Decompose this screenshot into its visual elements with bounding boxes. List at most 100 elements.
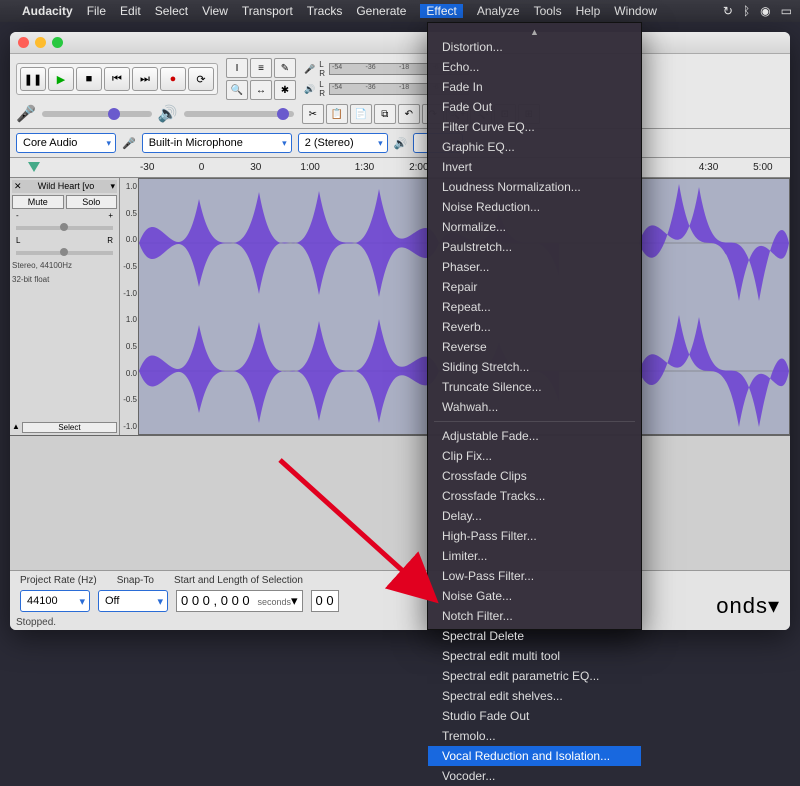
effect-menu-item[interactable]: Limiter... (428, 546, 641, 566)
skip-start-button[interactable]: ⏮ (104, 67, 130, 91)
effect-menu-item[interactable]: Paulstretch... (428, 237, 641, 257)
paste-button[interactable]: 📄 (350, 104, 372, 124)
recording-volume-slider[interactable] (42, 111, 152, 117)
effect-menu-item[interactable]: Low-Pass Filter... (428, 566, 641, 586)
selection-start-time[interactable]: 0 0 0 , 0 0 0 seconds▾ (176, 590, 303, 612)
track-control-panel[interactable]: ✕Wild Heart [vo▾ Mute Solo -+ LR Stereo,… (10, 178, 120, 435)
effect-menu-item[interactable]: Notch Filter... (428, 606, 641, 626)
maximize-button[interactable] (52, 37, 63, 48)
effect-menu-item[interactable]: Fade In (428, 77, 641, 97)
effect-menu-item[interactable]: Wahwah... (428, 397, 641, 417)
menu-view[interactable]: View (202, 4, 228, 18)
solo-button[interactable]: Solo (66, 195, 118, 209)
menu-file[interactable]: File (87, 4, 106, 18)
project-rate-select[interactable]: 44100 (20, 590, 90, 612)
selection-length-time[interactable]: 0 0 (311, 590, 339, 612)
menu-tools[interactable]: Tools (534, 4, 562, 18)
effect-menu-item[interactable]: Spectral edit multi tool (428, 646, 641, 666)
effect-menu-item[interactable]: Echo... (428, 57, 641, 77)
recording-device-select[interactable]: Built-in Microphone (142, 133, 292, 153)
menu-scroll-up-icon[interactable]: ▲ (428, 27, 641, 37)
effect-menu-item[interactable]: Noise Gate... (428, 586, 641, 606)
stop-button[interactable]: ■ (76, 67, 102, 91)
app-name[interactable]: Audacity (22, 4, 73, 18)
effect-menu-item[interactable]: Graphic EQ... (428, 137, 641, 157)
speaker-icon[interactable]: 🔊 (304, 84, 315, 95)
pause-button[interactable]: ❚❚ (20, 67, 46, 91)
effect-menu-item[interactable]: Spectral edit parametric EQ... (428, 666, 641, 686)
effect-menu-item[interactable]: High-Pass Filter... (428, 526, 641, 546)
effect-menu-item[interactable]: Vocal Reduction and Isolation... (428, 746, 641, 766)
effect-menu-item[interactable]: Repeat... (428, 297, 641, 317)
track-collapse-icon[interactable]: ▲ (12, 422, 20, 433)
multi-tool[interactable]: ✱ (274, 80, 296, 100)
wifi-icon[interactable]: ◉ (760, 4, 770, 18)
effect-menu-item[interactable]: Spectral Delete (428, 626, 641, 646)
draw-tool[interactable]: ✎ (274, 58, 296, 78)
effect-menu-item[interactable]: Invert (428, 157, 641, 177)
track-name[interactable]: Wild Heart [vo (38, 181, 95, 192)
sync-icon[interactable]: ↻ (723, 4, 733, 18)
close-button[interactable] (18, 37, 29, 48)
effect-menu-item[interactable]: Noise Reduction... (428, 197, 641, 217)
effect-menu-item[interactable]: Distortion... (428, 37, 641, 57)
effect-menu-item[interactable]: Crossfade Tracks... (428, 486, 641, 506)
effect-menu-item[interactable]: Sliding Stretch... (428, 357, 641, 377)
menu-analyze[interactable]: Analyze (477, 4, 520, 18)
menu-tracks[interactable]: Tracks (307, 4, 343, 18)
menu-window[interactable]: Window (614, 4, 657, 18)
record-button[interactable]: ● (160, 67, 186, 91)
effect-menu-item[interactable]: Filter Curve EQ... (428, 117, 641, 137)
effect-menu-item[interactable]: Spectral edit shelves... (428, 686, 641, 706)
playhead-icon[interactable] (28, 162, 40, 172)
minimize-button[interactable] (35, 37, 46, 48)
selection-tool[interactable]: I (226, 58, 248, 78)
snap-to-select[interactable]: Off (98, 590, 168, 612)
effect-menu-item[interactable]: Phaser... (428, 257, 641, 277)
zoom-tool[interactable]: 🔍 (226, 80, 248, 100)
loop-button[interactable]: ⟳ (188, 67, 214, 91)
copy-button[interactable]: 📋 (326, 104, 348, 124)
pan-slider[interactable] (16, 251, 113, 255)
battery-icon[interactable]: ▭ (781, 4, 792, 18)
track-close-icon[interactable]: ✕ (14, 181, 22, 192)
effect-menu-item[interactable]: Delay... (428, 506, 641, 526)
menu-effect[interactable]: Effect (420, 4, 462, 18)
effect-menu-item[interactable]: Reverse (428, 337, 641, 357)
recording-channels-select[interactable]: 2 (Stereo) (298, 133, 388, 153)
menu-help[interactable]: Help (576, 4, 601, 18)
skip-end-button[interactable]: ⏭ (132, 67, 158, 91)
titlebar[interactable] (10, 32, 790, 54)
cut-button[interactable]: ✂ (302, 104, 324, 124)
menu-select[interactable]: Select (155, 4, 188, 18)
bluetooth-icon[interactable]: ᛒ (743, 4, 750, 18)
menu-generate[interactable]: Generate (356, 4, 406, 18)
menu-edit[interactable]: Edit (120, 4, 141, 18)
effect-menu-item[interactable]: Fade Out (428, 97, 641, 117)
play-button[interactable]: ▶ (48, 67, 74, 91)
menu-transport[interactable]: Transport (242, 4, 293, 18)
effect-menu-item[interactable]: Loudness Normalization... (428, 177, 641, 197)
effect-menu-item[interactable]: Crossfade Clips (428, 466, 641, 486)
undo-button[interactable]: ↶ (398, 104, 420, 124)
timeline-ruler[interactable]: -30 0 30 1:00 1:30 2:00 4:30 5:00 (10, 158, 790, 178)
track-menu-icon[interactable]: ▾ (110, 181, 115, 192)
playback-volume-slider[interactable] (184, 111, 294, 117)
effect-menu-item[interactable]: Studio Fade Out (428, 706, 641, 726)
effect-menu-item[interactable]: Vocoder... (428, 766, 641, 786)
effect-menu-item[interactable]: Truncate Silence... (428, 377, 641, 397)
effect-menu-item[interactable]: Clip Fix... (428, 446, 641, 466)
mute-button[interactable]: Mute (12, 195, 64, 209)
gain-slider[interactable] (16, 226, 113, 230)
track-select-button[interactable]: Select (22, 422, 117, 433)
effect-menu-item[interactable]: Normalize... (428, 217, 641, 237)
timeshift-tool[interactable]: ↔ (250, 80, 272, 100)
effect-menu-item[interactable]: Adjustable Fade... (428, 426, 641, 446)
audio-host-select[interactable]: Core Audio (16, 133, 116, 153)
trim-button[interactable]: ⧉ (374, 104, 396, 124)
effect-menu-item[interactable]: Tremolo... (428, 726, 641, 746)
effect-menu-item[interactable]: Reverb... (428, 317, 641, 337)
audio-position-display[interactable]: onds▾ (716, 593, 780, 620)
effect-menu-item[interactable]: Repair (428, 277, 641, 297)
envelope-tool[interactable]: ≡ (250, 58, 272, 78)
